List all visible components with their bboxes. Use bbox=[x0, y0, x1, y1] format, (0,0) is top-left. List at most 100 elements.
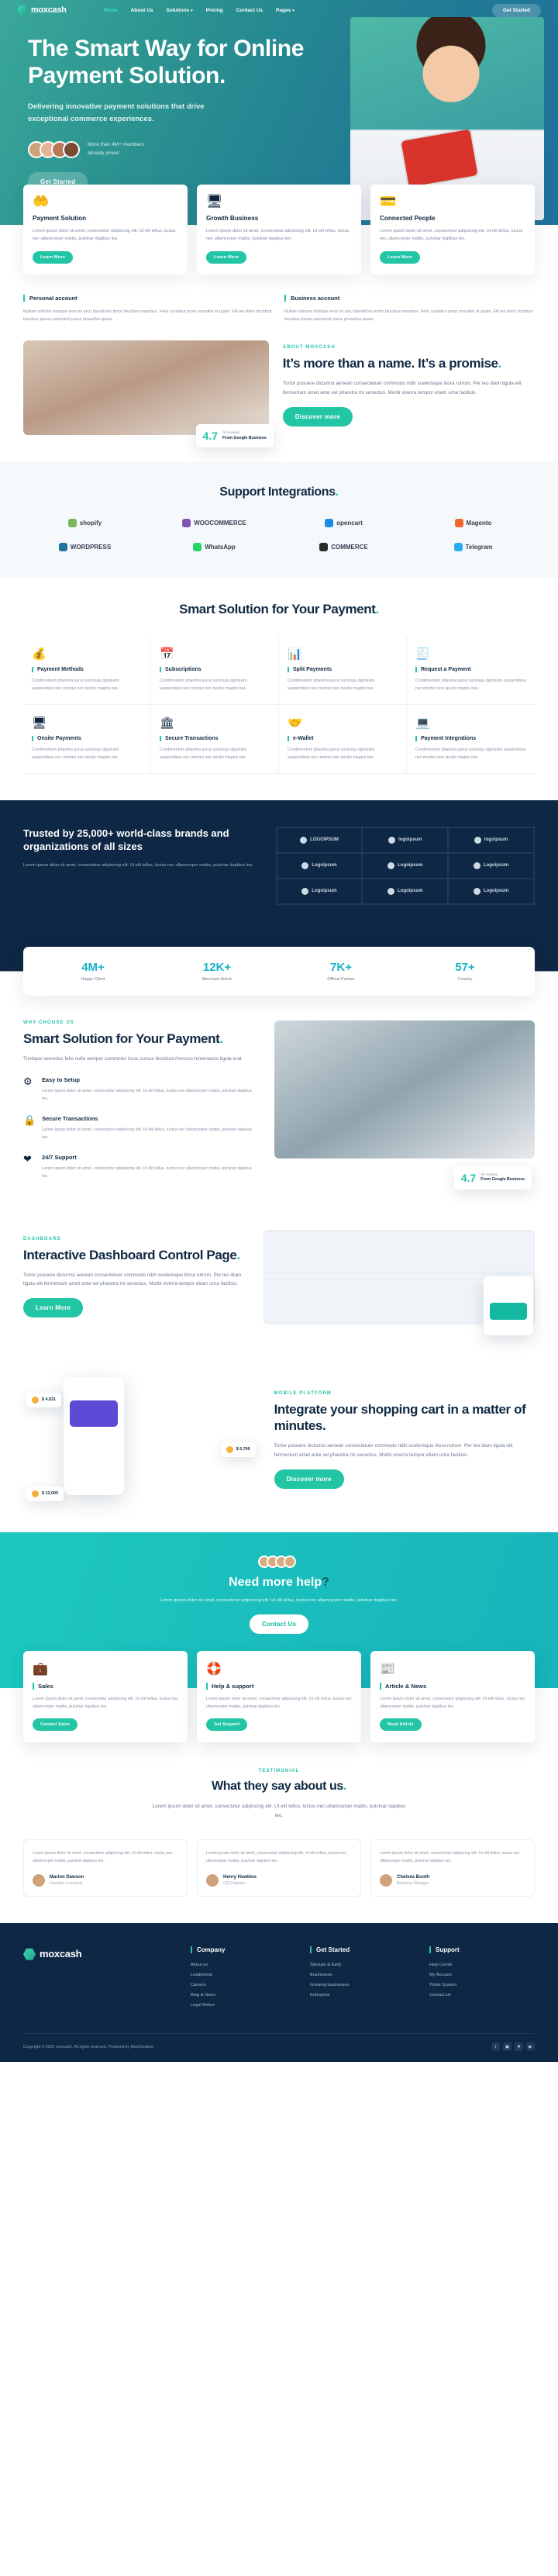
woocommerce-icon bbox=[182, 519, 191, 528]
brand-logo[interactable]: moxcash bbox=[17, 5, 67, 16]
stats-bar: 4M+ Happy Client 12K+ Merchant Active 7K+ O… bbox=[23, 946, 535, 996]
feature-card: 💳 Connected People Lorem ipsum dolor sit… bbox=[370, 185, 535, 275]
footer-link[interactable]: About us bbox=[191, 1963, 296, 1967]
learn-more-button[interactable]: Learn More bbox=[206, 250, 247, 264]
why-text: WHY CHOOSE US Smart Solution for Your Pa… bbox=[23, 1020, 259, 1180]
lifebuoy-icon: 🛟 bbox=[206, 1662, 222, 1676]
testimonial-quote: Lorem ipsum dolor sit amet, consectetur … bbox=[33, 1850, 173, 1864]
rating-source: From Google Business bbox=[480, 1177, 525, 1183]
about-title: It’s more than a name. It’s a promise. bbox=[282, 356, 502, 371]
footer-brand[interactable]: moxcash bbox=[23, 1946, 177, 2013]
trusted-text: Trusted by 25,000+ world-class brands an… bbox=[23, 827, 259, 905]
contact-sales-button[interactable]: Contact Sales bbox=[33, 1718, 78, 1732]
member-avatars bbox=[28, 140, 80, 158]
footer-link[interactable]: Careers bbox=[191, 1983, 296, 1987]
footer-link[interactable]: Blog & News bbox=[191, 1993, 296, 1998]
service-card: 📅 Subscriptions Condimentum pharetra purus… bbox=[151, 636, 279, 705]
testimonial-author: Henry Hawkins CEO Malano bbox=[206, 1874, 352, 1887]
learn-more-button[interactable]: Learn More bbox=[380, 250, 421, 264]
footer-link[interactable]: Contact Us bbox=[429, 1993, 535, 1998]
footer-link[interactable]: Legal Notice bbox=[191, 2003, 296, 2008]
feature-card-body: Lorem ipsum dolor sit amet, consectetur … bbox=[206, 229, 350, 242]
about-body: Tortor posuere dictumst aenean consectet… bbox=[282, 381, 522, 396]
nav-item-pages[interactable]: Pages ▾ bbox=[276, 8, 294, 13]
service-body: Condimentum pharetra purus sociosqu dign… bbox=[160, 679, 247, 691]
footer-link[interactable]: Help Center bbox=[429, 1963, 535, 1967]
help-card-title: Sales bbox=[33, 1682, 178, 1690]
get-support-button[interactable]: Get Support bbox=[206, 1718, 248, 1732]
footer-link[interactable]: Startups & Early bbox=[310, 1963, 415, 1967]
contact-us-button[interactable]: Contact Us bbox=[249, 1614, 309, 1634]
integration-logo[interactable]: Telegram bbox=[412, 543, 535, 552]
logoipsum-icon bbox=[388, 887, 395, 895]
footer-column-title: Support bbox=[429, 1946, 535, 1954]
youtube-icon[interactable]: ▶ bbox=[526, 2042, 535, 2052]
mobile-discover-more-button[interactable]: Discover more bbox=[274, 1469, 344, 1489]
integration-logo[interactable]: WORDPRESS bbox=[23, 543, 146, 552]
footer-link[interactable]: Enterprise bbox=[310, 1993, 415, 1998]
hexagon-logo-icon bbox=[17, 5, 27, 16]
hero-subtitle: Delivering innovative payment solutions … bbox=[28, 102, 205, 123]
monitor-icon: 🖥 bbox=[32, 716, 47, 730]
why-feature-body: Lorem ipsum dolor sit amet, consectetur … bbox=[42, 1127, 253, 1140]
footer-columns: moxcash Company About us Leadership Care… bbox=[23, 1946, 535, 2013]
integration-logo[interactable]: WhatsApp bbox=[153, 543, 276, 552]
integration-logo[interactable]: Magento bbox=[412, 519, 535, 528]
help-card-title: Help & support bbox=[206, 1682, 352, 1690]
personal-account: Personal account Nullam ultricies tristi… bbox=[23, 294, 274, 324]
footer-link[interactable]: Businesses bbox=[310, 1973, 415, 1977]
stat-label: Happy Client bbox=[81, 976, 105, 982]
stat-label: Country bbox=[457, 976, 473, 982]
discover-more-button[interactable]: Discover more bbox=[282, 406, 353, 426]
service-card: 🖥 Onsite Payments Condimentum pharetra pur… bbox=[23, 704, 151, 774]
footer-brand-name: moxcash bbox=[40, 1948, 82, 1960]
stat-item: 57+ Country bbox=[403, 961, 527, 982]
nav-get-started-button[interactable]: Get Started bbox=[491, 3, 541, 17]
facebook-icon[interactable]: f bbox=[491, 2042, 500, 2052]
services-section: Smart Solution for Your Payment. 💰 Paymen… bbox=[0, 578, 558, 800]
nav-item-about-us[interactable]: About Us bbox=[131, 8, 153, 13]
learn-more-button[interactable]: Learn More bbox=[33, 250, 74, 264]
read-article-button[interactable]: Read Article bbox=[380, 1718, 422, 1732]
integration-logo[interactable]: COMMERCE bbox=[282, 543, 405, 552]
nav-item-solutions[interactable]: Solutions ▾ bbox=[167, 8, 193, 13]
testimonial-card: Lorem ipsum dolor sit amet, consectetur … bbox=[23, 1839, 188, 1897]
footer-link[interactable]: My Account bbox=[429, 1973, 535, 1977]
testimonial-eyebrow: TESTIMONIAL bbox=[258, 1769, 300, 1774]
feature-card-body: Lorem ipsum dolor sit amet, consectetur … bbox=[33, 229, 176, 242]
about-text: ABOUT MOXCASH It’s more than a name. It’… bbox=[282, 340, 535, 426]
testimonial-section: TESTIMONIAL What they say about us. Lore… bbox=[0, 1742, 558, 1923]
service-body: Condimentum pharetra purus sociosqu dign… bbox=[288, 747, 375, 760]
service-card: 📊 Split Payments Condimentum pharetra puru… bbox=[279, 636, 407, 705]
dashboard-text: DASHBOARD Interactive Dashboard Control … bbox=[23, 1237, 248, 1318]
service-body: Condimentum pharetra purus sociosqu dign… bbox=[288, 679, 375, 691]
nav-item-home[interactable]: Home bbox=[104, 8, 118, 13]
testimonial-quote: Lorem ipsum dolor sit amet, consectetur … bbox=[380, 1850, 520, 1864]
hero-content: The Smart Way for Online Payment Solutio… bbox=[0, 0, 310, 192]
logoipsum-icon bbox=[301, 862, 309, 869]
amount-chip-bottom: $ 12,000 bbox=[26, 1486, 64, 1501]
rating-value: 4.7 bbox=[202, 430, 218, 443]
footer-links: About us Leadership Careers Blog & News … bbox=[191, 1963, 296, 2008]
integration-logo[interactable]: shopify bbox=[23, 519, 146, 528]
service-title: e-Wallet bbox=[288, 735, 398, 741]
integration-logo[interactable]: opencart bbox=[282, 519, 405, 528]
testimonial-cards: Lorem ipsum dolor sit amet, consectetur … bbox=[23, 1839, 535, 1897]
brand-logo-cell: Logoipsum bbox=[276, 852, 363, 879]
amount-chip-top: $ 4,021 bbox=[26, 1392, 61, 1407]
nav-item-pricing[interactable]: Pricing bbox=[206, 8, 223, 13]
feature-card-title: Payment Solution bbox=[33, 215, 87, 222]
payment-solution-icon: 🤲 bbox=[33, 194, 50, 209]
dashboard-learn-more-button[interactable]: Learn More bbox=[23, 1298, 84, 1318]
trusted-body: Lorem ipsum dolor sit amet, consectetur … bbox=[23, 862, 253, 868]
amount-chip-mid: $ 6,700 bbox=[220, 1442, 256, 1457]
footer-link[interactable]: Growing businesses bbox=[310, 1983, 415, 1987]
footer-link[interactable]: Ticket System bbox=[429, 1983, 535, 1987]
instagram-icon[interactable]: ▣ bbox=[503, 2042, 512, 2052]
integration-logo[interactable]: WOOCOMMERCE bbox=[153, 519, 276, 528]
twitter-icon[interactable]: ❖ bbox=[515, 2042, 523, 2052]
footer-links: Startups & Early Businesses Growing busi… bbox=[310, 1963, 415, 1998]
nav-item-contact-us[interactable]: Contact Us bbox=[236, 8, 263, 13]
footer-link[interactable]: Leadership bbox=[191, 1973, 296, 1977]
personal-account-body: Nullam ultricies tristique eros mi arcu … bbox=[23, 309, 272, 322]
